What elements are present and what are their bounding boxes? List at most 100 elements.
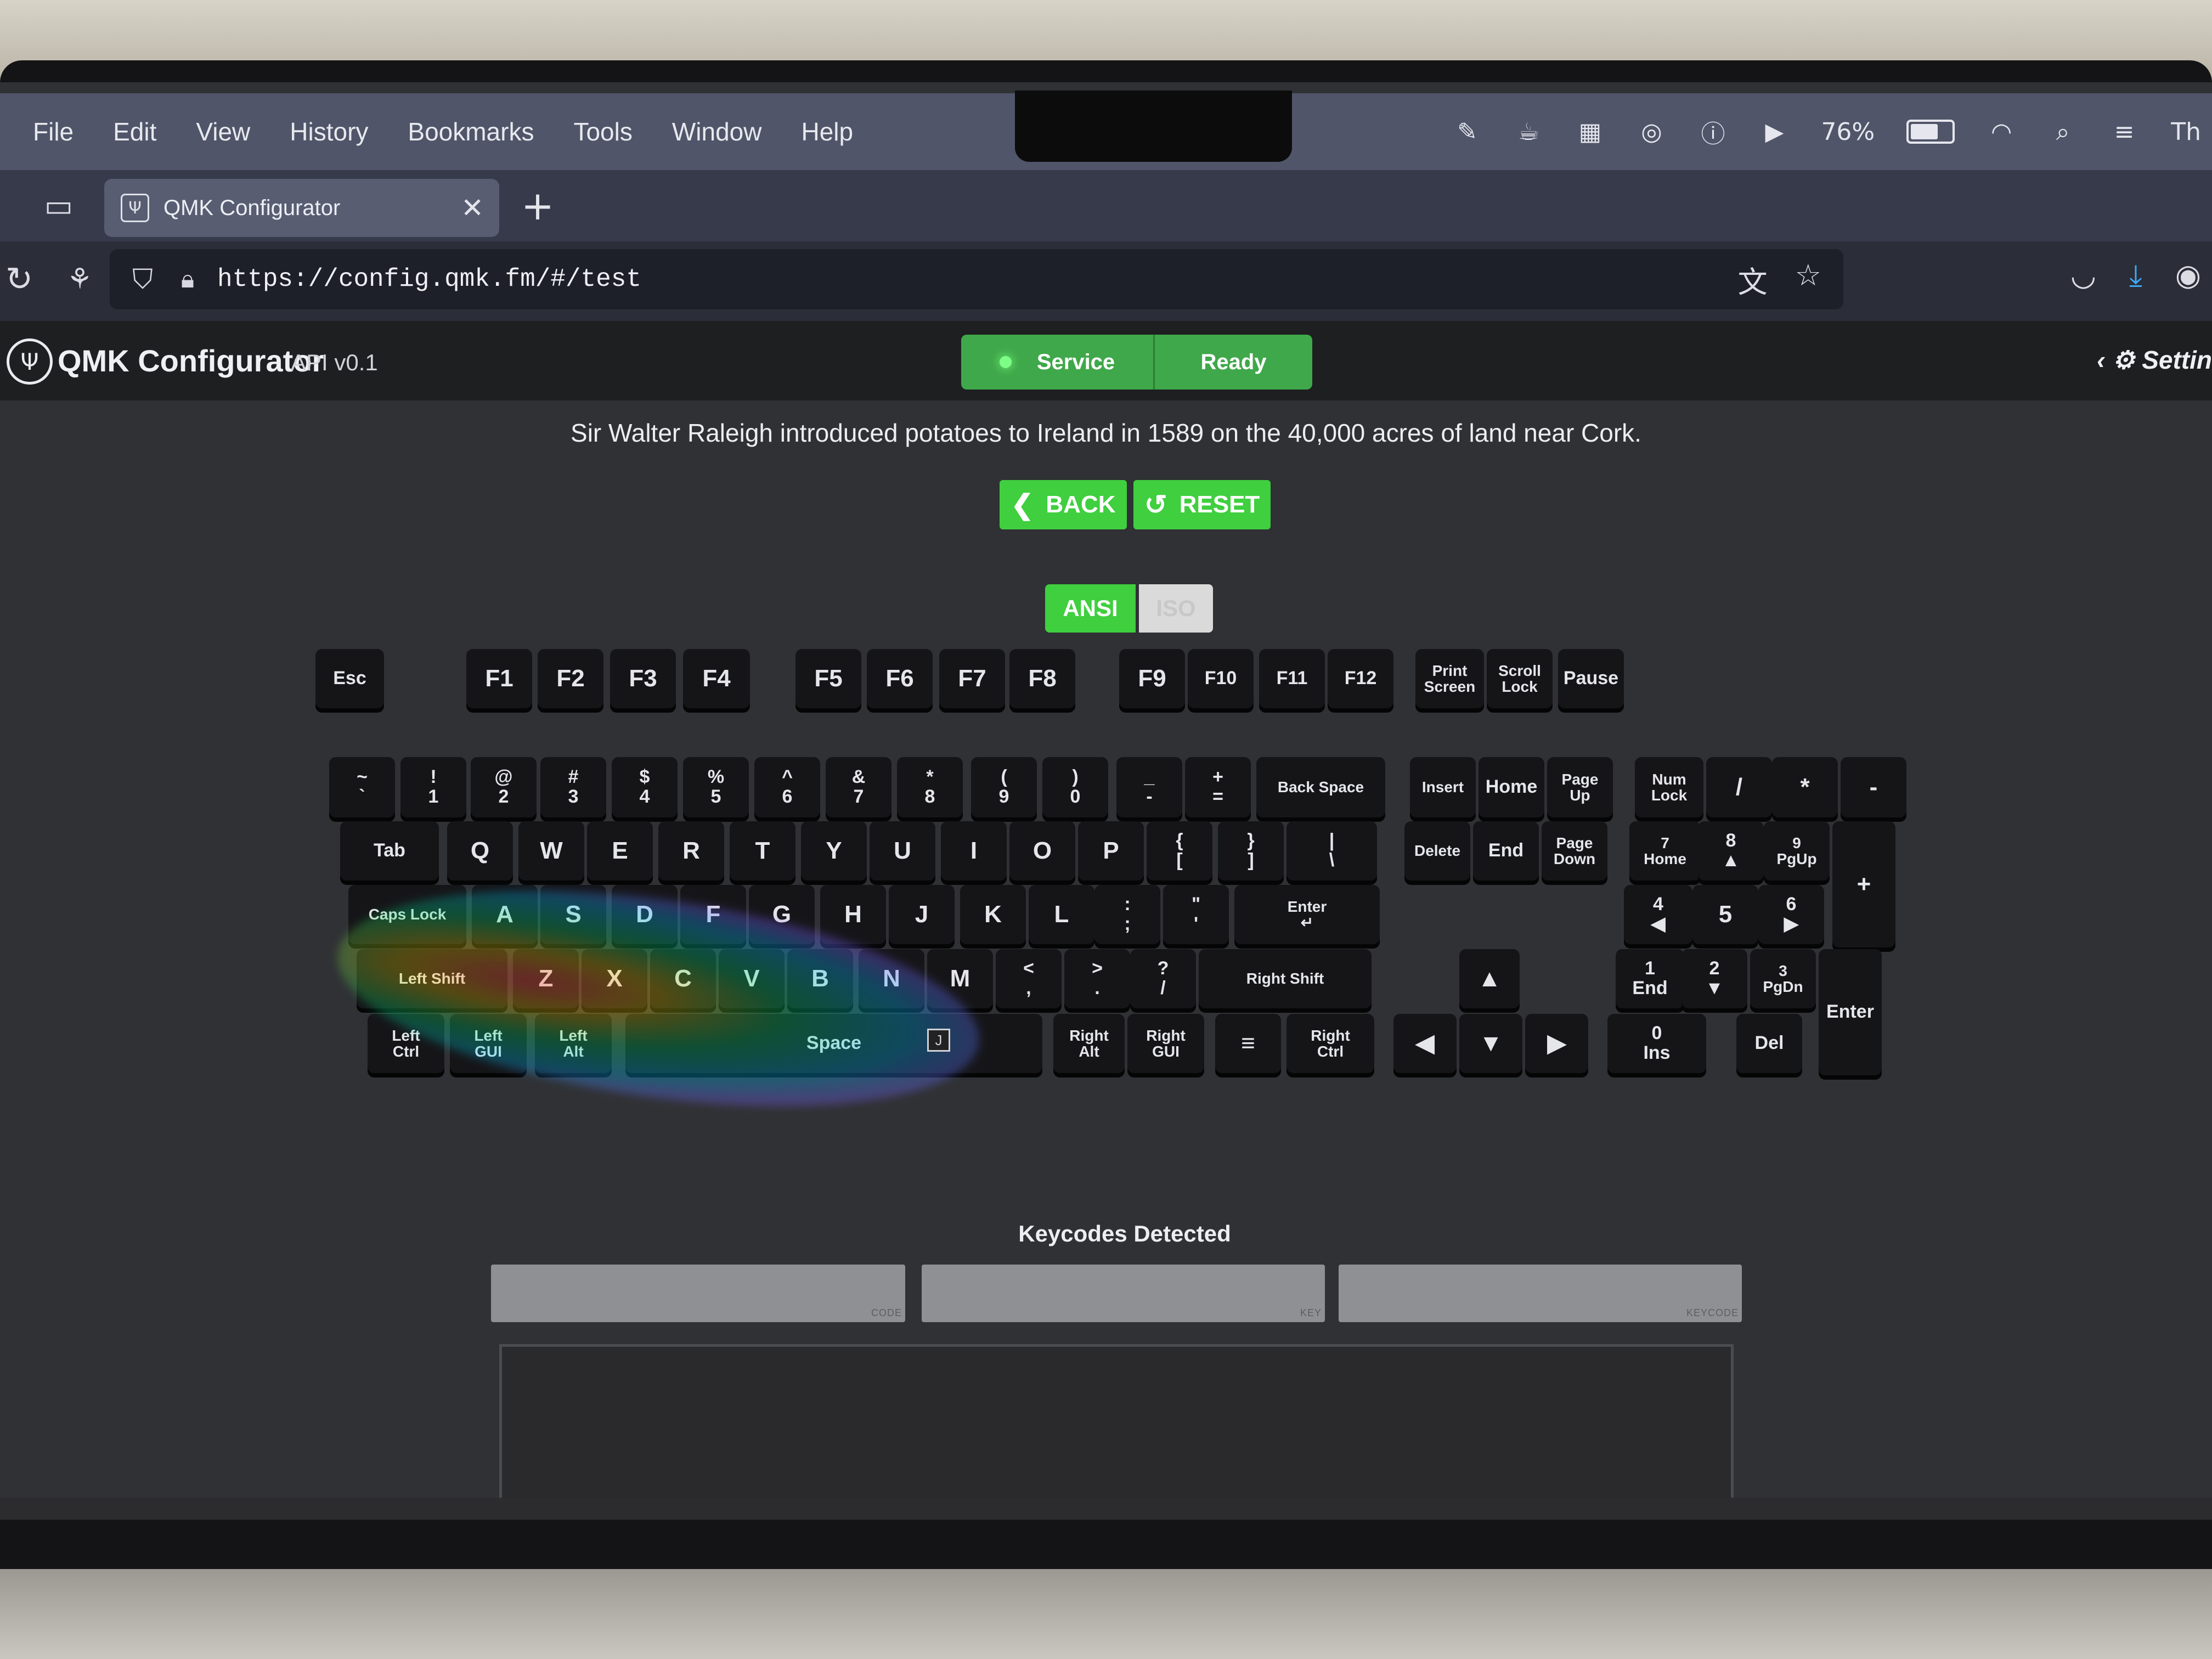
- home-row-key-5[interactable]: 5: [1692, 885, 1758, 944]
- number-key-^-6[interactable]: ^ 6: [754, 757, 820, 817]
- fn-key-f12[interactable]: F12: [1328, 649, 1393, 708]
- fn-key-f5[interactable]: F5: [795, 649, 861, 708]
- shift-row-key-x[interactable]: X: [582, 949, 647, 1008]
- fn-key-f11[interactable]: F11: [1259, 649, 1325, 708]
- tab-row-key-i[interactable]: I: [941, 821, 1007, 881]
- service-status[interactable]: Service: [961, 335, 1155, 390]
- tab-row-key-e[interactable]: E: [587, 821, 653, 881]
- home-row-key-"-'[interactable]: " ': [1163, 885, 1229, 944]
- settings-toggle[interactable]: ‹ ⚙ Settin: [2097, 345, 2212, 375]
- bottom-row-key-left-alt[interactable]: Left Alt: [535, 1014, 612, 1073]
- shift-row-key-▲[interactable]: ▲: [1459, 949, 1520, 1008]
- menu-view[interactable]: View: [196, 117, 250, 146]
- home-row-key-f[interactable]: F: [680, 885, 746, 944]
- home-row-key-l[interactable]: L: [1029, 885, 1094, 944]
- shift-row-key-c[interactable]: C: [650, 949, 716, 1008]
- tab-row-key-{-[[interactable]: { [: [1147, 821, 1212, 881]
- bottom-row-key-left-ctrl[interactable]: Left Ctrl: [368, 1014, 444, 1073]
- fn-key-f10[interactable]: F10: [1188, 649, 1254, 708]
- alert-icon[interactable]: ⓘ: [1698, 117, 1728, 148]
- tab-row-key-w[interactable]: W: [518, 821, 584, 881]
- number-key-)-0[interactable]: ) 0: [1042, 757, 1108, 817]
- shift-row-key-b[interactable]: B: [787, 949, 853, 1008]
- number-key-+-=[interactable]: + =: [1185, 757, 1251, 817]
- tab-row-key-end[interactable]: End: [1473, 821, 1539, 881]
- ansi-toggle[interactable]: ANSI: [1045, 584, 1136, 633]
- number-key--[interactable]: -: [1841, 757, 1906, 817]
- tab-row-key-o[interactable]: O: [1009, 821, 1075, 881]
- shift-row-key-?-/[interactable]: ? /: [1130, 949, 1196, 1008]
- number-key-_--[interactable]: _ -: [1116, 757, 1182, 817]
- bottom-row-key-≡[interactable]: ≡: [1215, 1014, 1281, 1073]
- tab-row-key-y[interactable]: Y: [801, 821, 867, 881]
- coffee-icon[interactable]: ☕: [1514, 117, 1543, 146]
- tab-row-key-r[interactable]: R: [658, 821, 724, 881]
- control-center-icon[interactable]: ≡: [2109, 117, 2139, 146]
- number-key-/[interactable]: /: [1706, 757, 1772, 817]
- menu-file[interactable]: File: [33, 117, 74, 146]
- wifi-icon[interactable]: ◠: [1987, 117, 2016, 146]
- translate-icon[interactable]: 文: [1738, 258, 1768, 301]
- menu-bookmarks[interactable]: Bookmarks: [408, 117, 534, 146]
- fn-key-print-screen[interactable]: Print Screen: [1415, 649, 1484, 708]
- shift-row-key-v[interactable]: V: [719, 949, 785, 1008]
- tab-row-key-q[interactable]: Q: [447, 821, 513, 881]
- number-key-*[interactable]: *: [1772, 757, 1838, 817]
- fn-key-f7[interactable]: F7: [939, 649, 1005, 708]
- url-text[interactable]: https://config.qmk.fm/#/test: [217, 265, 1738, 294]
- fn-key-esc[interactable]: Esc: [315, 649, 384, 708]
- menu-tools[interactable]: Tools: [573, 117, 632, 146]
- tab-row-key-}-][interactable]: } ]: [1218, 821, 1284, 881]
- number-key-@-2[interactable]: @ 2: [471, 757, 537, 817]
- tab-row-key-t[interactable]: T: [730, 821, 795, 881]
- number-key-home[interactable]: Home: [1479, 757, 1544, 817]
- bottom-row-key-▼[interactable]: ▼: [1459, 1014, 1522, 1073]
- battery-icon[interactable]: [1906, 120, 1955, 144]
- tab-row-key-u[interactable]: U: [870, 821, 935, 881]
- number-key-back-space[interactable]: Back Space: [1256, 757, 1385, 817]
- home-row-key-6-▶[interactable]: 6 ▶: [1758, 885, 1824, 944]
- home-row-key-a[interactable]: A: [472, 885, 538, 944]
- shift-row-key-<-,[interactable]: < ,: [996, 949, 1062, 1008]
- shift-row-key->-.[interactable]: > .: [1064, 949, 1130, 1008]
- tab-qmk-configurator[interactable]: Ψ QMK Configurator ✕: [104, 179, 499, 237]
- bottom-row-key-del[interactable]: Del: [1736, 1014, 1802, 1073]
- bottom-row-key-right-gui[interactable]: Right GUI: [1127, 1014, 1204, 1073]
- menu-help[interactable]: Help: [801, 117, 853, 146]
- home-row-key-d[interactable]: D: [612, 885, 678, 944]
- code-field[interactable]: CODE: [491, 1265, 905, 1322]
- number-key-~-`[interactable]: ~ `: [329, 757, 395, 817]
- account-icon[interactable]: ◉: [2175, 258, 2201, 293]
- shift-row-key-m[interactable]: M: [927, 949, 993, 1008]
- pen-icon[interactable]: ✎: [1452, 117, 1482, 146]
- fn-key-f1[interactable]: F1: [466, 649, 532, 708]
- fn-key-f2[interactable]: F2: [538, 649, 603, 708]
- new-tab-plus-icon[interactable]: +: [518, 183, 557, 229]
- shift-row-key-3-pgdn[interactable]: 3 PgDn: [1750, 949, 1816, 1008]
- grid-icon[interactable]: ▦: [1575, 117, 1605, 146]
- pocket-icon[interactable]: ◡: [2070, 258, 2096, 293]
- tab-row-key-delete[interactable]: Delete: [1404, 821, 1470, 881]
- number-key-%-5[interactable]: % 5: [683, 757, 749, 817]
- number-key-!-1[interactable]: ! 1: [400, 757, 466, 817]
- number-key-page-up[interactable]: Page Up: [1547, 757, 1613, 817]
- tab-row-key-9-pgup[interactable]: 9 PgUp: [1764, 821, 1830, 881]
- iso-toggle[interactable]: ISO: [1139, 584, 1213, 633]
- fn-key-f3[interactable]: F3: [610, 649, 676, 708]
- back-button[interactable]: ❮ BACK: [1000, 480, 1127, 529]
- bottom-row-key-▶[interactable]: ▶: [1525, 1014, 1588, 1073]
- download-icon[interactable]: ⤓: [2129, 258, 2142, 293]
- menu-edit[interactable]: Edit: [113, 117, 156, 146]
- bottom-row-key-space[interactable]: Space: [625, 1014, 1042, 1073]
- home-row-key-k[interactable]: K: [960, 885, 1026, 944]
- menu-history[interactable]: History: [290, 117, 368, 146]
- fn-key-f4[interactable]: F4: [683, 649, 750, 708]
- extension-icon[interactable]: ⚘: [60, 260, 99, 298]
- bottom-row-key-0-ins[interactable]: 0 Ins: [1607, 1014, 1706, 1073]
- shift-row-key-1-end[interactable]: 1 End: [1616, 949, 1684, 1008]
- number-key-$-4[interactable]: $ 4: [612, 757, 678, 817]
- home-row-key-enter-↵[interactable]: Enter ↵: [1234, 885, 1380, 944]
- number-key-num-lock[interactable]: Num Lock: [1635, 757, 1703, 817]
- lock-icon[interactable]: 🔒︎: [171, 264, 204, 295]
- reset-button[interactable]: ↺ RESET: [1133, 480, 1271, 529]
